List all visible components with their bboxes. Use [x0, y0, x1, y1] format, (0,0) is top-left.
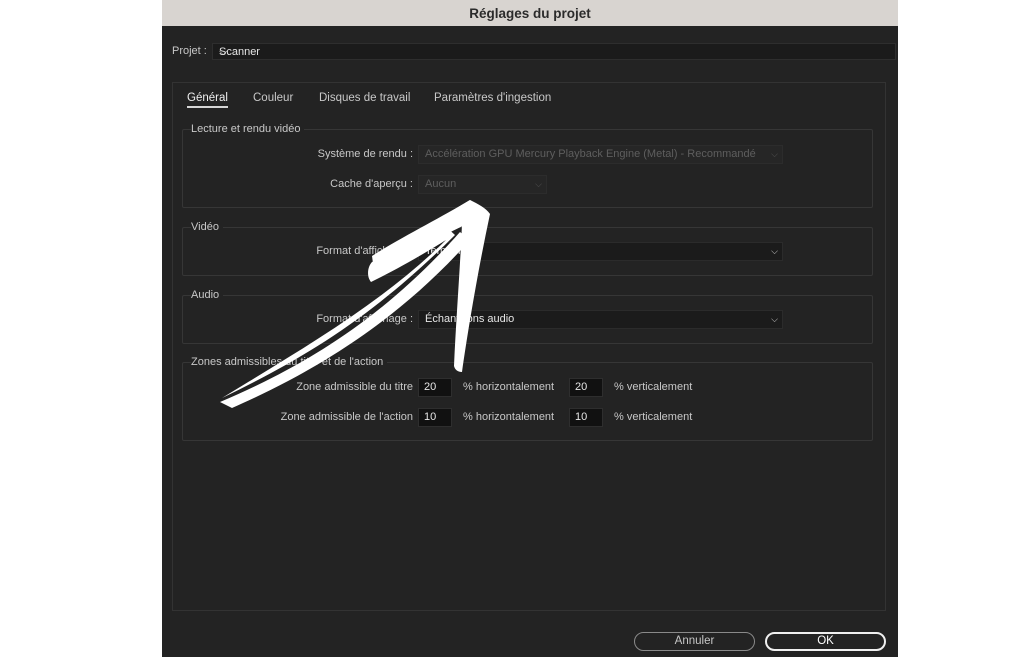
safe-zones-group: Zones admissibles du titre et de l'actio… — [182, 356, 873, 441]
audio-format-label: Format d'affichage : — [316, 313, 413, 325]
project-row: Projet : Scanner ⌵ — [172, 43, 896, 60]
audio-format-select[interactable]: Échantillons audio ⌵ — [418, 310, 783, 329]
chevron-down-icon: ⌵ — [771, 149, 778, 159]
tab-general[interactable]: Général — [187, 92, 228, 108]
renderer-label: Système de rendu : — [317, 148, 413, 160]
preview-cache-value: Aucun — [425, 178, 457, 190]
tab-color[interactable]: Couleur — [253, 92, 293, 104]
title-bar[interactable]: Réglages du projet — [162, 0, 898, 26]
chevron-down-icon: ⌵ — [535, 179, 542, 189]
audio-group: Audio Format d'affichage : Échantillons … — [182, 289, 873, 344]
video-group: Vidéo Format d'affichage : Temporel ⌵ — [182, 221, 873, 276]
title-safe-vertical-input[interactable]: 20 — [569, 378, 603, 397]
settings-panel: Général Couleur Disques de travail Param… — [172, 82, 886, 611]
action-safe-label: Zone admissible de l'action — [280, 411, 413, 423]
chevron-down-icon: ⌵ — [771, 314, 778, 324]
preview-cache-select[interactable]: Aucun ⌵ — [418, 175, 547, 194]
title-horizontal-unit: % horizontalement — [463, 381, 555, 393]
tab-scratch-disks[interactable]: Disques de travail — [319, 92, 410, 104]
renderer-select[interactable]: Accélération GPU Mercury Playback Engine… — [418, 145, 783, 164]
title-safe-label: Zone admissible du titre — [296, 381, 413, 393]
video-format-label: Format d'affichage : — [316, 245, 413, 257]
audio-legend: Audio — [191, 289, 224, 301]
chevron-down-icon: ⌵ — [219, 46, 228, 58]
safe-zones-legend: Zones admissibles du titre et de l'actio… — [191, 356, 388, 368]
preview-cache-label: Cache d'aperçu : — [330, 178, 413, 190]
renderer-value: Accélération GPU Mercury Playback Engine… — [425, 148, 756, 160]
ok-button[interactable]: OK — [765, 632, 886, 651]
cancel-button[interactable]: Annuler — [634, 632, 755, 651]
title-safe-horizontal-input[interactable]: 20 — [418, 378, 452, 397]
playback-legend: Lecture et rendu vidéo — [191, 123, 305, 135]
action-vertical-unit: % verticalement — [614, 411, 693, 423]
audio-format-value: Échantillons audio — [425, 313, 515, 325]
project-settings-window: Réglages du projet Projet : Scanner ⌵ Gé… — [162, 0, 898, 657]
action-horizontal-unit: % horizontalement — [463, 411, 555, 423]
title-vertical-unit: % verticalement — [614, 381, 693, 393]
video-legend: Vidéo — [191, 221, 223, 233]
project-label: Projet : — [172, 45, 207, 57]
playback-group: Lecture et rendu vidéo Système de rendu … — [182, 123, 873, 208]
tab-ingest-settings[interactable]: Paramètres d'ingestion — [434, 92, 551, 104]
chevron-down-icon: ⌵ — [771, 246, 778, 256]
video-format-value: Temporel — [425, 245, 471, 257]
window-title: Réglages du projet — [469, 5, 591, 21]
video-format-select[interactable]: Temporel ⌵ — [418, 242, 783, 261]
action-safe-horizontal-input[interactable]: 10 — [418, 408, 452, 427]
project-select[interactable]: Scanner ⌵ — [212, 43, 896, 60]
action-safe-vertical-input[interactable]: 10 — [569, 408, 603, 427]
